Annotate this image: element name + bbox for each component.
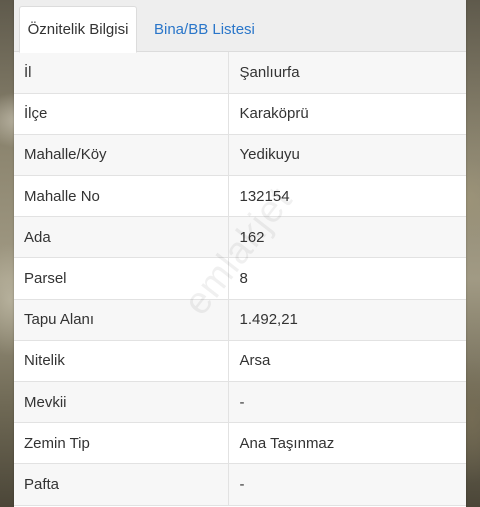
- row-key: Tapu Alanı: [14, 299, 229, 341]
- row-value: 1.492,21: [228, 299, 466, 341]
- row-key: Parsel: [14, 257, 229, 300]
- row-key: İlçe: [14, 93, 229, 135]
- table-row: Mahalle No 132154: [14, 175, 466, 218]
- row-key: Zemin Tip: [14, 422, 229, 465]
- row-key: Mahalle/Köy: [14, 134, 229, 177]
- row-value: 8: [228, 257, 466, 300]
- parcel-info-panel: Öznitelik Bilgisi Bina/BB Listesi İl Şan…: [14, 0, 466, 507]
- attribute-table: İl Şanlıurfa İlçe Karaköprü Mahalle/Köy …: [14, 52, 466, 506]
- row-value: Yedikuyu: [228, 134, 466, 177]
- row-key: Pafta: [14, 463, 229, 506]
- tab-oznitelik-bilgisi[interactable]: Öznitelik Bilgisi: [19, 6, 137, 53]
- row-value: 132154: [228, 175, 466, 218]
- table-row: Mevkii -: [14, 381, 466, 424]
- tab-bar: Öznitelik Bilgisi Bina/BB Listesi: [14, 0, 466, 53]
- table-row: İl Şanlıurfa: [14, 52, 466, 94]
- row-value: 162: [228, 216, 466, 259]
- row-value: Karaköprü: [228, 93, 466, 135]
- table-row: Tapu Alanı 1.492,21: [14, 299, 466, 341]
- table-row: İlçe Karaköprü: [14, 93, 466, 135]
- table-row: Zemin Tip Ana Taşınmaz: [14, 422, 466, 465]
- row-key: Ada: [14, 216, 229, 259]
- row-key: Nitelik: [14, 340, 229, 383]
- table-row: Nitelik Arsa: [14, 340, 466, 383]
- table-row: Pafta -: [14, 463, 466, 506]
- row-value: Şanlıurfa: [228, 52, 466, 94]
- row-value: Ana Taşınmaz: [228, 422, 466, 465]
- row-key: İl: [14, 52, 229, 94]
- tab-label: Bina/BB Listesi: [154, 20, 255, 38]
- row-value: -: [228, 463, 466, 506]
- tab-bina-bb-listesi[interactable]: Bina/BB Listesi: [150, 6, 259, 52]
- table-row: Parsel 8: [14, 257, 466, 300]
- row-key: Mahalle No: [14, 175, 229, 218]
- row-value: Arsa: [228, 340, 466, 383]
- row-value: -: [228, 381, 466, 424]
- table-row: Ada 162: [14, 216, 466, 259]
- tab-label: Öznitelik Bilgisi: [27, 21, 129, 38]
- row-key: Mevkii: [14, 381, 229, 424]
- table-row: Mahalle/Köy Yedikuyu: [14, 134, 466, 177]
